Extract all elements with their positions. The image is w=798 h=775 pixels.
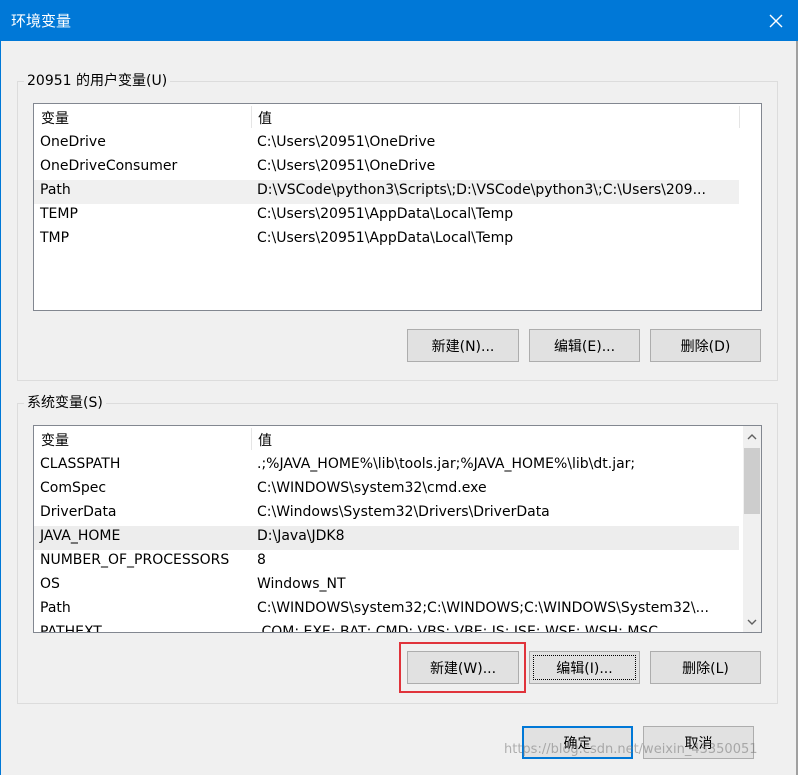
annotation-highlight-box [399, 642, 526, 693]
user-vars-header: 变量 值 [34, 104, 761, 130]
table-row[interactable]: NUMBER_OF_PROCESSORS 8 [34, 550, 761, 574]
chevron-up-icon [747, 433, 757, 439]
sys-vars-header: 变量 值 [34, 426, 761, 452]
scroll-up-button[interactable] [743, 428, 761, 445]
sys-vars-scrollbar[interactable] [743, 426, 761, 632]
table-row-selected[interactable]: JAVA_HOME D:\Java\JDK8 [34, 526, 739, 550]
table-row[interactable]: OneDriveConsumer C:\Users\20951\OneDrive [34, 156, 761, 180]
sys-vars-list[interactable]: 变量 值 CLASSPATH .;%JAVA_HOME%\lib\tools.j… [33, 425, 762, 633]
sys-delete-button[interactable]: 删除(L) [650, 651, 761, 684]
scroll-thumb[interactable] [744, 448, 760, 514]
var-value: C:\Users\20951\OneDrive [257, 134, 436, 150]
scroll-down-button[interactable] [743, 613, 761, 630]
var-value: Windows_NT [257, 576, 346, 592]
env-vars-dialog: 环境变量 20951 的用户变量(U) 变量 值 OneDrive C:\Use… [0, 0, 798, 775]
table-row-selected[interactable]: Path D:\VSCode\python3\Scripts\;D:\VSCod… [34, 180, 739, 204]
var-value: .;%JAVA_HOME%\lib\tools.jar;%JAVA_HOME%\… [257, 456, 636, 472]
var-name: Path [40, 182, 71, 198]
var-name: NUMBER_OF_PROCESSORS [40, 552, 230, 568]
var-value: C:\Users\20951\AppData\Local\Temp [257, 230, 514, 246]
close-icon [769, 14, 783, 27]
var-name: ComSpec [40, 480, 107, 496]
var-value: .COM;.EXE;.BAT;.CMD;.VBS;.VBE;.JS;.JSE;.… [257, 624, 659, 633]
table-row[interactable]: DriverData C:\Windows\System32\Drivers\D… [34, 502, 761, 526]
table-row[interactable]: TMP C:\Users\20951\AppData\Local\Temp [34, 228, 761, 252]
var-name: OneDrive [40, 134, 106, 150]
column-header-name[interactable]: 变量 [41, 108, 69, 128]
var-name: OS [40, 576, 60, 592]
table-row[interactable]: PATHEXT .COM;.EXE;.BAT;.CMD;.VBS;.VBE;.J… [34, 622, 761, 633]
window-title: 环境变量 [11, 12, 72, 30]
var-value: 8 [257, 552, 266, 568]
var-name: Path [40, 600, 71, 616]
column-header-name[interactable]: 变量 [41, 430, 69, 450]
close-button[interactable] [753, 0, 798, 41]
var-value: C:\WINDOWS\system32\cmd.exe [257, 480, 487, 496]
var-name: CLASSPATH [40, 456, 121, 472]
var-name: OneDriveConsumer [40, 158, 178, 174]
user-vars-legend: 20951 的用户变量(U) [24, 72, 171, 90]
sys-vars-legend: 系统变量(S) [24, 394, 106, 412]
var-value: C:\WINDOWS\system32;C:\WINDOWS;C:\WINDOW… [257, 600, 709, 616]
var-value: D:\Java\JDK8 [257, 528, 345, 544]
var-name: PATHEXT [40, 624, 102, 633]
column-header-value[interactable]: 值 [258, 108, 272, 128]
user-new-button[interactable]: 新建(N)... [407, 329, 519, 362]
var-value: C:\Users\20951\AppData\Local\Temp [257, 206, 514, 222]
table-row[interactable]: TEMP C:\Users\20951\AppData\Local\Temp [34, 204, 761, 228]
var-value: D:\VSCode\python3\Scripts\;D:\VSCode\pyt… [257, 182, 706, 198]
table-row[interactable]: OS Windows_NT [34, 574, 761, 598]
table-row[interactable]: ComSpec C:\WINDOWS\system32\cmd.exe [34, 478, 761, 502]
title-bar[interactable]: 环境变量 [1, 0, 798, 41]
table-row[interactable]: CLASSPATH .;%JAVA_HOME%\lib\tools.jar;%J… [34, 454, 761, 478]
table-row[interactable]: OneDrive C:\Users\20951\OneDrive [34, 132, 761, 156]
var-value: C:\Windows\System32\Drivers\DriverData [257, 504, 550, 520]
var-name: TEMP [40, 206, 78, 222]
var-name: TMP [40, 230, 70, 246]
watermark-text: https://blog.csdn.net/weixin_43350051 [504, 742, 758, 757]
var-name: DriverData [40, 504, 117, 520]
user-vars-list[interactable]: 变量 值 OneDrive C:\Users\20951\OneDrive On… [33, 103, 762, 311]
user-edit-button[interactable]: 编辑(E)... [529, 329, 640, 362]
var-name: JAVA_HOME [40, 528, 121, 544]
chevron-down-icon [747, 619, 757, 625]
sys-edit-button[interactable]: 编辑(I)... [529, 651, 640, 684]
user-delete-button[interactable]: 删除(D) [650, 329, 761, 362]
column-header-value[interactable]: 值 [258, 430, 272, 450]
var-value: C:\Users\20951\OneDrive [257, 158, 436, 174]
table-row[interactable]: Path C:\WINDOWS\system32;C:\WINDOWS;C:\W… [34, 598, 761, 622]
